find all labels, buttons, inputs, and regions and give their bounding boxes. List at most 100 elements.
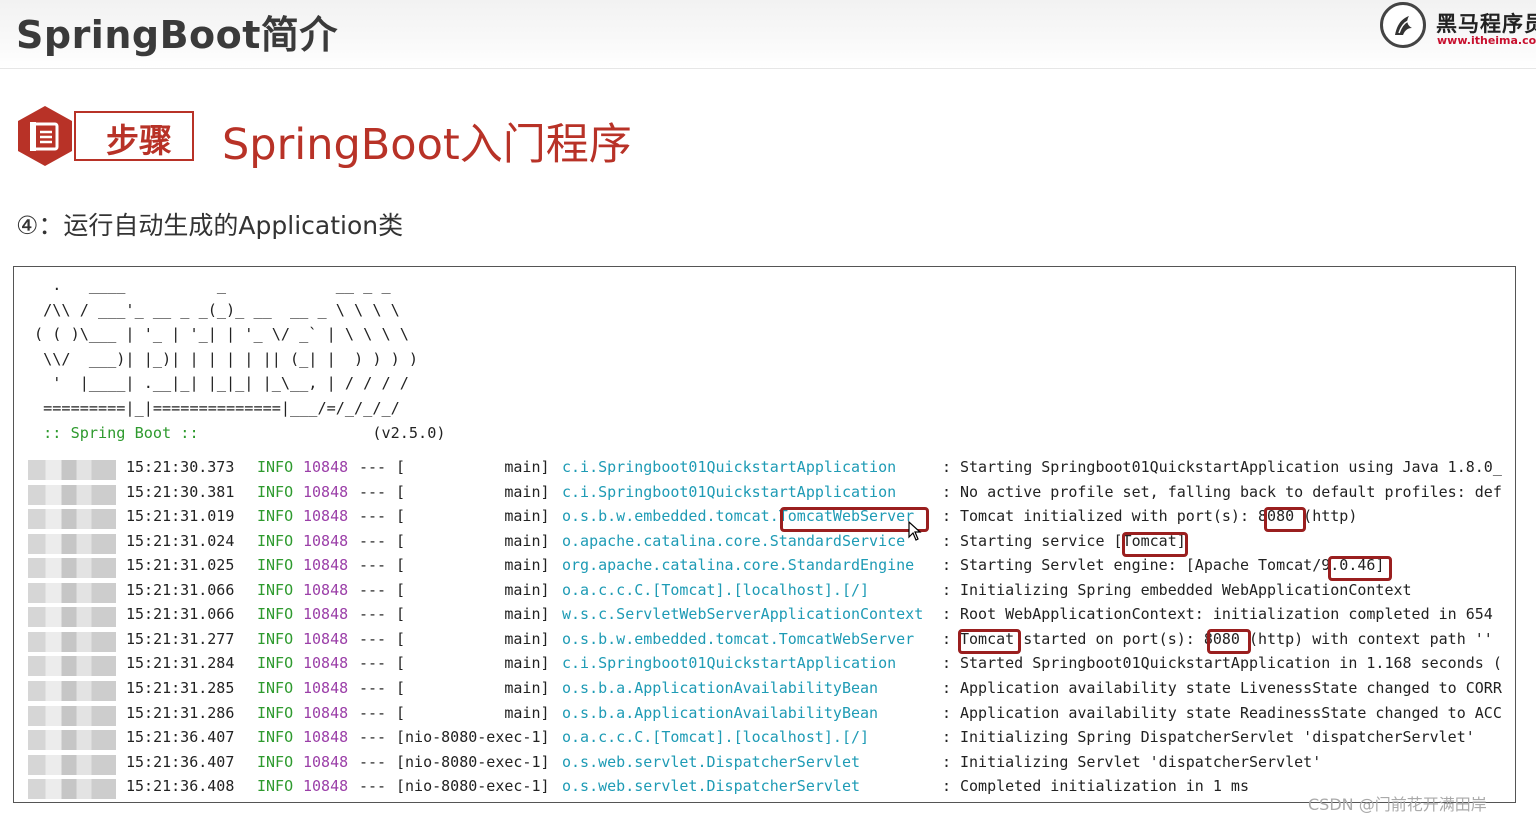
log-colon: : <box>942 703 952 722</box>
log-row: 15:21:30.381 INFO 10848 --- [ main] c.i.Sprin… <box>14 482 1515 508</box>
document-icon <box>18 106 72 166</box>
log-timestamp: 15:21:31.024 <box>126 531 235 550</box>
redacted-block <box>28 631 116 652</box>
log-pid: 10848 <box>303 752 349 771</box>
log-logger: o.s.b.a.ApplicationAvailabilityBean <box>562 678 879 697</box>
redacted-block <box>28 754 116 775</box>
log-row: 15:21:31.277 INFO 10848 --- [ main] o.s.b.w.e… <box>14 629 1515 655</box>
log-logger: o.apache.catalina.core.StandardService <box>562 531 906 550</box>
log-colon: : <box>942 728 952 747</box>
log-thread: [nio-8080-exec-1] <box>396 728 550 747</box>
log-thread: [ main] <box>396 629 550 648</box>
log-thread: [ main] <box>396 654 550 673</box>
log-level: INFO <box>257 629 294 648</box>
itheima-logo: 黑马程序员 www.itheima.com <box>1380 2 1536 54</box>
banner-line: ( ( )\___ | '_ | '_| | '_ \/ _` | \ \ \ … <box>34 325 409 344</box>
redacted-block <box>28 680 116 701</box>
log-pid: 10848 <box>303 482 349 501</box>
log-timestamp: 15:21:31.284 <box>126 654 235 673</box>
log-pid: 10848 <box>303 531 349 550</box>
log-level: INFO <box>257 556 294 575</box>
log-colon: : <box>942 605 952 624</box>
log-colon: : <box>942 458 952 476</box>
page-title: SpringBoot简介 <box>16 13 338 57</box>
log-logger: c.i.Springboot01QuickstartApplication <box>562 482 897 501</box>
log-thread: [ main] <box>396 531 550 550</box>
banner-line: \\/ ___)| |_)| | | | | || (_| | ) ) ) ) <box>34 349 419 368</box>
log-separator: --- <box>359 654 387 673</box>
spring-boot-label: :: Spring Boot :: <box>34 423 199 442</box>
spring-banner: . ____ _ __ _ _ /\\ / ___'_ __ _ _(_)_ _… <box>34 273 445 445</box>
log-logger: c.i.Springboot01QuickstartApplication <box>562 458 897 476</box>
log-logger: o.s.b.a.ApplicationAvailabilityBean <box>562 703 879 722</box>
log-thread: [ main] <box>396 703 550 722</box>
log-level: INFO <box>257 531 294 550</box>
log-colon: : <box>942 752 952 771</box>
csdn-watermark: CSDN @门前花开满田岸 <box>1308 795 1487 814</box>
log-level: INFO <box>257 458 294 476</box>
log-colon: : <box>942 629 952 648</box>
log-message: Initializing Spring embedded WebApplicat… <box>960 580 1412 599</box>
log-separator: --- <box>359 605 387 624</box>
log-level: INFO <box>257 678 294 697</box>
log-logger: o.a.c.c.C.[Tomcat].[localhost].[/] <box>562 728 870 747</box>
log-level: INFO <box>257 605 294 624</box>
log-row: 15:21:30.373 INFO 10848 --- [ main] c.i.Sprin… <box>14 458 1515 483</box>
log-timestamp: 15:21:31.019 <box>126 507 235 526</box>
log-separator: --- <box>359 777 387 796</box>
redacted-block <box>28 582 116 603</box>
log-separator: --- <box>359 752 387 771</box>
log-row: 15:21:36.407 INFO 10848 --- [nio-8080-exec-1… <box>14 752 1515 778</box>
redacted-block <box>28 460 116 480</box>
log-row: 15:21:31.025 INFO 10848 --- [ main] org.apach… <box>14 556 1515 581</box>
log-level: INFO <box>257 728 294 747</box>
highlight-tomcat-version <box>1328 556 1392 581</box>
highlight-port-8080-started <box>1207 629 1251 654</box>
log-timestamp: 15:21:30.381 <box>126 482 235 501</box>
log-pid: 10848 <box>303 605 349 624</box>
log-row: 15:21:31.286 INFO 10848 --- [ main] o.s.b.a.A… <box>14 703 1515 729</box>
log-separator: --- <box>359 556 387 575</box>
log-level: INFO <box>257 777 294 796</box>
log-pid: 10848 <box>303 678 349 697</box>
log-pid: 10848 <box>303 728 349 747</box>
step-badge: 步骤 <box>14 104 194 168</box>
log-pid: 10848 <box>303 777 349 796</box>
log-thread: [ main] <box>396 605 550 624</box>
redacted-block <box>28 558 116 579</box>
mouse-cursor-icon <box>908 521 922 541</box>
log-message: Application availability state Readiness… <box>960 703 1502 722</box>
log-timestamp: 15:21:31.025 <box>126 556 235 575</box>
log-timestamp: 15:21:31.285 <box>126 678 235 697</box>
redacted-block <box>28 607 116 628</box>
log-separator: --- <box>359 507 387 526</box>
log-thread: [ main] <box>396 580 550 599</box>
log-thread: [ main] <box>396 482 550 501</box>
log-level: INFO <box>257 703 294 722</box>
log-separator: --- <box>359 580 387 599</box>
logo-url: www.itheima.com <box>1437 34 1536 47</box>
log-timestamp: 15:21:31.286 <box>126 703 235 722</box>
log-logger: o.s.web.servlet.DispatcherServlet <box>562 777 861 796</box>
log-row: 15:21:36.407 INFO 10848 --- [nio-8080-exec-1… <box>14 728 1515 753</box>
log-message: Starting Springboot01QuickstartApplicati… <box>960 458 1502 476</box>
log-message: Initializing Servlet 'dispatcherServlet' <box>960 752 1322 771</box>
log-level: INFO <box>257 580 294 599</box>
slide-header: SpringBoot简介 黑马程序员 www.itheima.com <box>0 0 1536 69</box>
highlight-port-8080 <box>1264 507 1306 532</box>
log-logger: o.s.b.w.embedded.tomcat.TomcatWebServer <box>562 629 915 648</box>
log-separator: --- <box>359 728 387 747</box>
log-level: INFO <box>257 507 294 526</box>
log-logger: o.a.c.c.C.[Tomcat].[localhost].[/] <box>562 580 870 599</box>
redacted-block <box>28 533 116 554</box>
log-separator: --- <box>359 629 387 648</box>
log-pid: 10848 <box>303 580 349 599</box>
log-thread: [ main] <box>396 458 550 476</box>
log-colon: : <box>942 507 952 526</box>
log-pid: 10848 <box>303 654 349 673</box>
console-output: . ____ _ __ _ _ /\\ / ___'_ __ _ _(_)_ _… <box>13 266 1516 803</box>
substep-title: ④：运行自动生成的Application类 <box>16 211 404 240</box>
spring-boot-version: (v2.5.0) <box>372 423 446 442</box>
log-timestamp: 15:21:36.407 <box>126 752 235 771</box>
banner-line: =========|_|==============|___/=/_/_/_/ <box>34 398 400 417</box>
